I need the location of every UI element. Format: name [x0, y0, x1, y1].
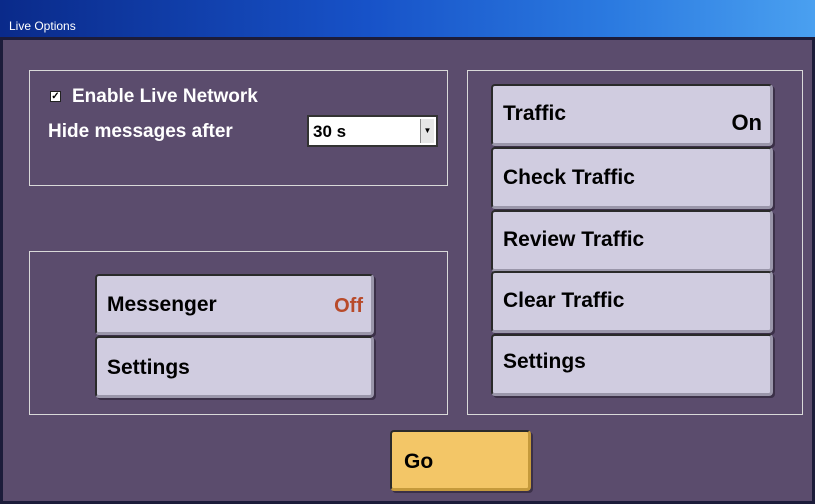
traffic-status: On [731, 110, 762, 135]
review-traffic-button[interactable]: Review Traffic [491, 210, 773, 272]
clear-traffic-label: Clear Traffic [503, 289, 625, 312]
window-title: Live Options [9, 19, 76, 33]
clear-traffic-button[interactable]: Clear Traffic [491, 271, 773, 333]
traffic-button[interactable]: Traffic On [491, 84, 773, 146]
messenger-status: Off [334, 295, 363, 317]
messenger-label: Messenger [107, 293, 217, 316]
hide-messages-value: 30 s [313, 122, 347, 141]
review-traffic-label: Review Traffic [503, 228, 645, 251]
go-label: Go [404, 450, 434, 473]
check-traffic-label: Check Traffic [503, 166, 635, 189]
live-options-window: Live Options ✓ Enable Live Network Hide … [0, 0, 815, 504]
messenger-button[interactable]: Messenger Off [95, 274, 374, 335]
enable-live-network-label[interactable]: Enable Live Network [72, 86, 258, 108]
messenger-settings-label: Settings [107, 356, 190, 379]
traffic-settings-button[interactable]: Settings [491, 334, 773, 396]
traffic-label: Traffic [503, 102, 567, 125]
check-traffic-button[interactable]: Check Traffic [491, 147, 773, 209]
hide-messages-select[interactable]: 30 s ▼ [307, 115, 438, 147]
title-bar[interactable]: Live Options [0, 0, 815, 40]
hide-messages-label: Hide messages after [48, 121, 233, 142]
enable-live-network-checkbox[interactable]: ✓ [50, 91, 61, 102]
go-button[interactable]: Go [390, 430, 531, 491]
messenger-settings-button[interactable]: Settings [95, 336, 374, 398]
traffic-settings-label: Settings [503, 350, 586, 373]
chevron-down-icon[interactable]: ▼ [420, 119, 434, 143]
